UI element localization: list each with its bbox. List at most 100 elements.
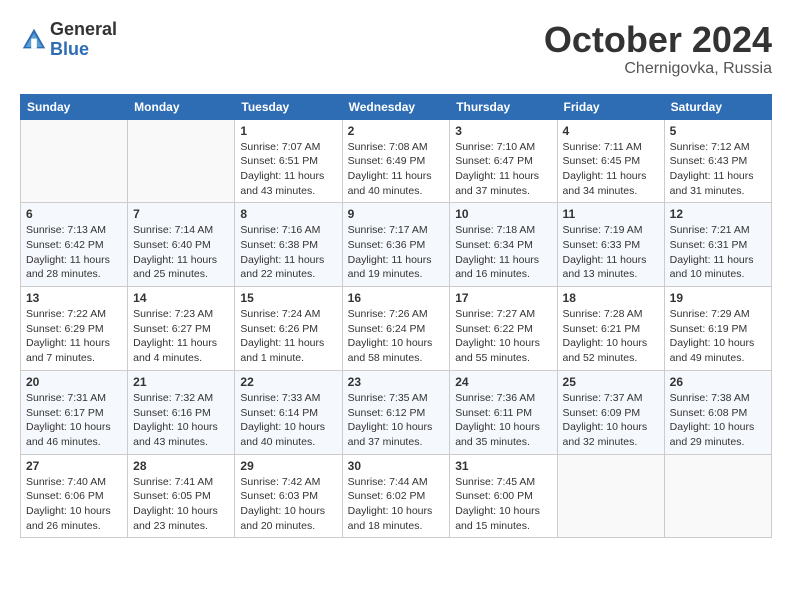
day-info: Sunrise: 7:21 AMSunset: 6:31 PMDaylight:… (670, 223, 766, 282)
day-number: 3 (455, 124, 551, 138)
calendar-cell: 20 Sunrise: 7:31 AMSunset: 6:17 PMDayligh… (21, 370, 128, 454)
calendar-cell: 17Sunrise: 7:27 AMSunset: 6:22 PMDayligh… (450, 287, 557, 371)
day-info: Sunrise: 7:17 AMSunset: 6:36 PMDaylight:… (348, 223, 445, 282)
calendar-cell: 3Sunrise: 7:10 AMSunset: 6:47 PMDaylight… (450, 119, 557, 203)
week-row-4: 20 Sunrise: 7:31 AMSunset: 6:17 PMDayligh… (21, 370, 772, 454)
day-number: 13 (26, 291, 122, 305)
day-info: Sunrise: 7:19 AMSunset: 6:33 PMDaylight:… (563, 223, 659, 282)
day-info: Sunrise: 7:29 AMSunset: 6:19 PMDaylight:… (670, 307, 766, 366)
day-info: Sunrise: 7:11 AMSunset: 6:45 PMDaylight:… (563, 140, 659, 199)
weekday-header-tuesday: Tuesday (235, 94, 342, 119)
calendar-cell: 21Sunrise: 7:32 AMSunset: 6:16 PMDayligh… (128, 370, 235, 454)
week-row-5: 27 Sunrise: 7:40 AMSunset: 6:06 PMDayligh… (21, 454, 772, 538)
day-number: 17 (455, 291, 551, 305)
logo-text: General Blue (50, 20, 117, 60)
calendar-cell: 2 Sunrise: 7:08 AMSunset: 6:49 PMDaylight… (342, 119, 450, 203)
calendar-cell: 16 Sunrise: 7:26 AMSunset: 6:24 PMDayligh… (342, 287, 450, 371)
calendar-cell: 15 Sunrise: 7:24 AMSunset: 6:26 PMDayligh… (235, 287, 342, 371)
calendar-cell: 22 Sunrise: 7:33 AMSunset: 6:14 PMDayligh… (235, 370, 342, 454)
weekday-header-row: SundayMondayTuesdayWednesdayThursdayFrid… (21, 94, 772, 119)
day-number: 16 (348, 291, 445, 305)
day-number: 29 (240, 459, 336, 473)
logo: General Blue (20, 20, 117, 60)
calendar-cell: 19Sunrise: 7:29 AMSunset: 6:19 PMDayligh… (664, 287, 771, 371)
calendar-cell: 23 Sunrise: 7:35 AMSunset: 6:12 PMDayligh… (342, 370, 450, 454)
day-number: 10 (455, 207, 551, 221)
calendar-cell: 30 Sunrise: 7:44 AMSunset: 6:02 PMDayligh… (342, 454, 450, 538)
calendar-cell: 31 Sunrise: 7:45 AMSunset: 6:00 PMDayligh… (450, 454, 557, 538)
calendar-cell: 25 Sunrise: 7:37 AMSunset: 6:09 PMDayligh… (557, 370, 664, 454)
calendar-cell: 1Sunrise: 7:07 AMSunset: 6:51 PMDaylight… (235, 119, 342, 203)
day-number: 12 (670, 207, 766, 221)
day-number: 1 (240, 124, 336, 138)
calendar-cell: 5Sunrise: 7:12 AMSunset: 6:43 PMDaylight… (664, 119, 771, 203)
day-number: 20 (26, 375, 122, 389)
day-info: Sunrise: 7:22 AMSunset: 6:29 PMDaylight:… (26, 307, 122, 366)
day-info: Sunrise: 7:14 AMSunset: 6:40 PMDaylight:… (133, 223, 229, 282)
day-number: 9 (348, 207, 445, 221)
week-row-2: 6 Sunrise: 7:13 AMSunset: 6:42 PMDaylight… (21, 203, 772, 287)
calendar-cell: 13 Sunrise: 7:22 AMSunset: 6:29 PMDayligh… (21, 287, 128, 371)
day-info: Sunrise: 7:41 AMSunset: 6:05 PMDaylight:… (133, 475, 229, 534)
day-info: Sunrise: 7:31 AMSunset: 6:17 PMDaylight:… (26, 391, 122, 450)
day-number: 26 (670, 375, 766, 389)
day-info: Sunrise: 7:24 AMSunset: 6:26 PMDaylight:… (240, 307, 336, 366)
day-number: 14 (133, 291, 229, 305)
day-number: 30 (348, 459, 445, 473)
day-number: 15 (240, 291, 336, 305)
logo-blue-text: Blue (50, 40, 117, 60)
calendar-cell: 27 Sunrise: 7:40 AMSunset: 6:06 PMDayligh… (21, 454, 128, 538)
calendar-cell: 18Sunrise: 7:28 AMSunset: 6:21 PMDayligh… (557, 287, 664, 371)
day-number: 23 (348, 375, 445, 389)
weekday-header-monday: Monday (128, 94, 235, 119)
page-header: General Blue October 2024 Chernigovka, R… (20, 20, 772, 78)
day-number: 21 (133, 375, 229, 389)
day-number: 11 (563, 207, 659, 221)
calendar-cell (21, 119, 128, 203)
day-number: 8 (240, 207, 336, 221)
day-info: Sunrise: 7:23 AMSunset: 6:27 PMDaylight:… (133, 307, 229, 366)
calendar-table: SundayMondayTuesdayWednesdayThursdayFrid… (20, 94, 772, 539)
day-number: 5 (670, 124, 766, 138)
day-info: Sunrise: 7:45 AMSunset: 6:00 PMDaylight:… (455, 475, 551, 534)
calendar-cell (664, 454, 771, 538)
calendar-cell: 14 Sunrise: 7:23 AMSunset: 6:27 PMDayligh… (128, 287, 235, 371)
calendar-cell: 11 Sunrise: 7:19 AMSunset: 6:33 PMDayligh… (557, 203, 664, 287)
location: Chernigovka, Russia (544, 60, 772, 78)
day-info: Sunrise: 7:37 AMSunset: 6:09 PMDaylight:… (563, 391, 659, 450)
weekday-header-sunday: Sunday (21, 94, 128, 119)
day-info: Sunrise: 7:16 AMSunset: 6:38 PMDaylight:… (240, 223, 336, 282)
day-info: Sunrise: 7:38 AMSunset: 6:08 PMDaylight:… (670, 391, 766, 450)
week-row-3: 13 Sunrise: 7:22 AMSunset: 6:29 PMDayligh… (21, 287, 772, 371)
day-number: 2 (348, 124, 445, 138)
day-info: Sunrise: 7:44 AMSunset: 6:02 PMDaylight:… (348, 475, 445, 534)
day-info: Sunrise: 7:26 AMSunset: 6:24 PMDaylight:… (348, 307, 445, 366)
day-number: 22 (240, 375, 336, 389)
day-info: Sunrise: 7:08 AMSunset: 6:49 PMDaylight:… (348, 140, 445, 199)
calendar-cell: 24 Sunrise: 7:36 AMSunset: 6:11 PMDayligh… (450, 370, 557, 454)
day-info: Sunrise: 7:13 AMSunset: 6:42 PMDaylight:… (26, 223, 122, 282)
calendar-cell: 12 Sunrise: 7:21 AMSunset: 6:31 PMDayligh… (664, 203, 771, 287)
day-info: Sunrise: 7:36 AMSunset: 6:11 PMDaylight:… (455, 391, 551, 450)
title-block: October 2024 Chernigovka, Russia (544, 20, 772, 78)
weekday-header-thursday: Thursday (450, 94, 557, 119)
day-number: 28 (133, 459, 229, 473)
calendar-cell: 6 Sunrise: 7:13 AMSunset: 6:42 PMDaylight… (21, 203, 128, 287)
calendar-cell: 26 Sunrise: 7:38 AMSunset: 6:08 PMDayligh… (664, 370, 771, 454)
day-number: 4 (563, 124, 659, 138)
day-number: 24 (455, 375, 551, 389)
day-number: 18 (563, 291, 659, 305)
logo-general-text: General (50, 20, 117, 40)
weekday-header-friday: Friday (557, 94, 664, 119)
day-number: 6 (26, 207, 122, 221)
day-number: 31 (455, 459, 551, 473)
calendar-cell: 4 Sunrise: 7:11 AMSunset: 6:45 PMDaylight… (557, 119, 664, 203)
weekday-header-wednesday: Wednesday (342, 94, 450, 119)
weekday-header-saturday: Saturday (664, 94, 771, 119)
day-info: Sunrise: 7:33 AMSunset: 6:14 PMDaylight:… (240, 391, 336, 450)
day-info: Sunrise: 7:40 AMSunset: 6:06 PMDaylight:… (26, 475, 122, 534)
day-number: 25 (563, 375, 659, 389)
logo-icon (20, 26, 48, 54)
day-number: 27 (26, 459, 122, 473)
day-info: Sunrise: 7:35 AMSunset: 6:12 PMDaylight:… (348, 391, 445, 450)
